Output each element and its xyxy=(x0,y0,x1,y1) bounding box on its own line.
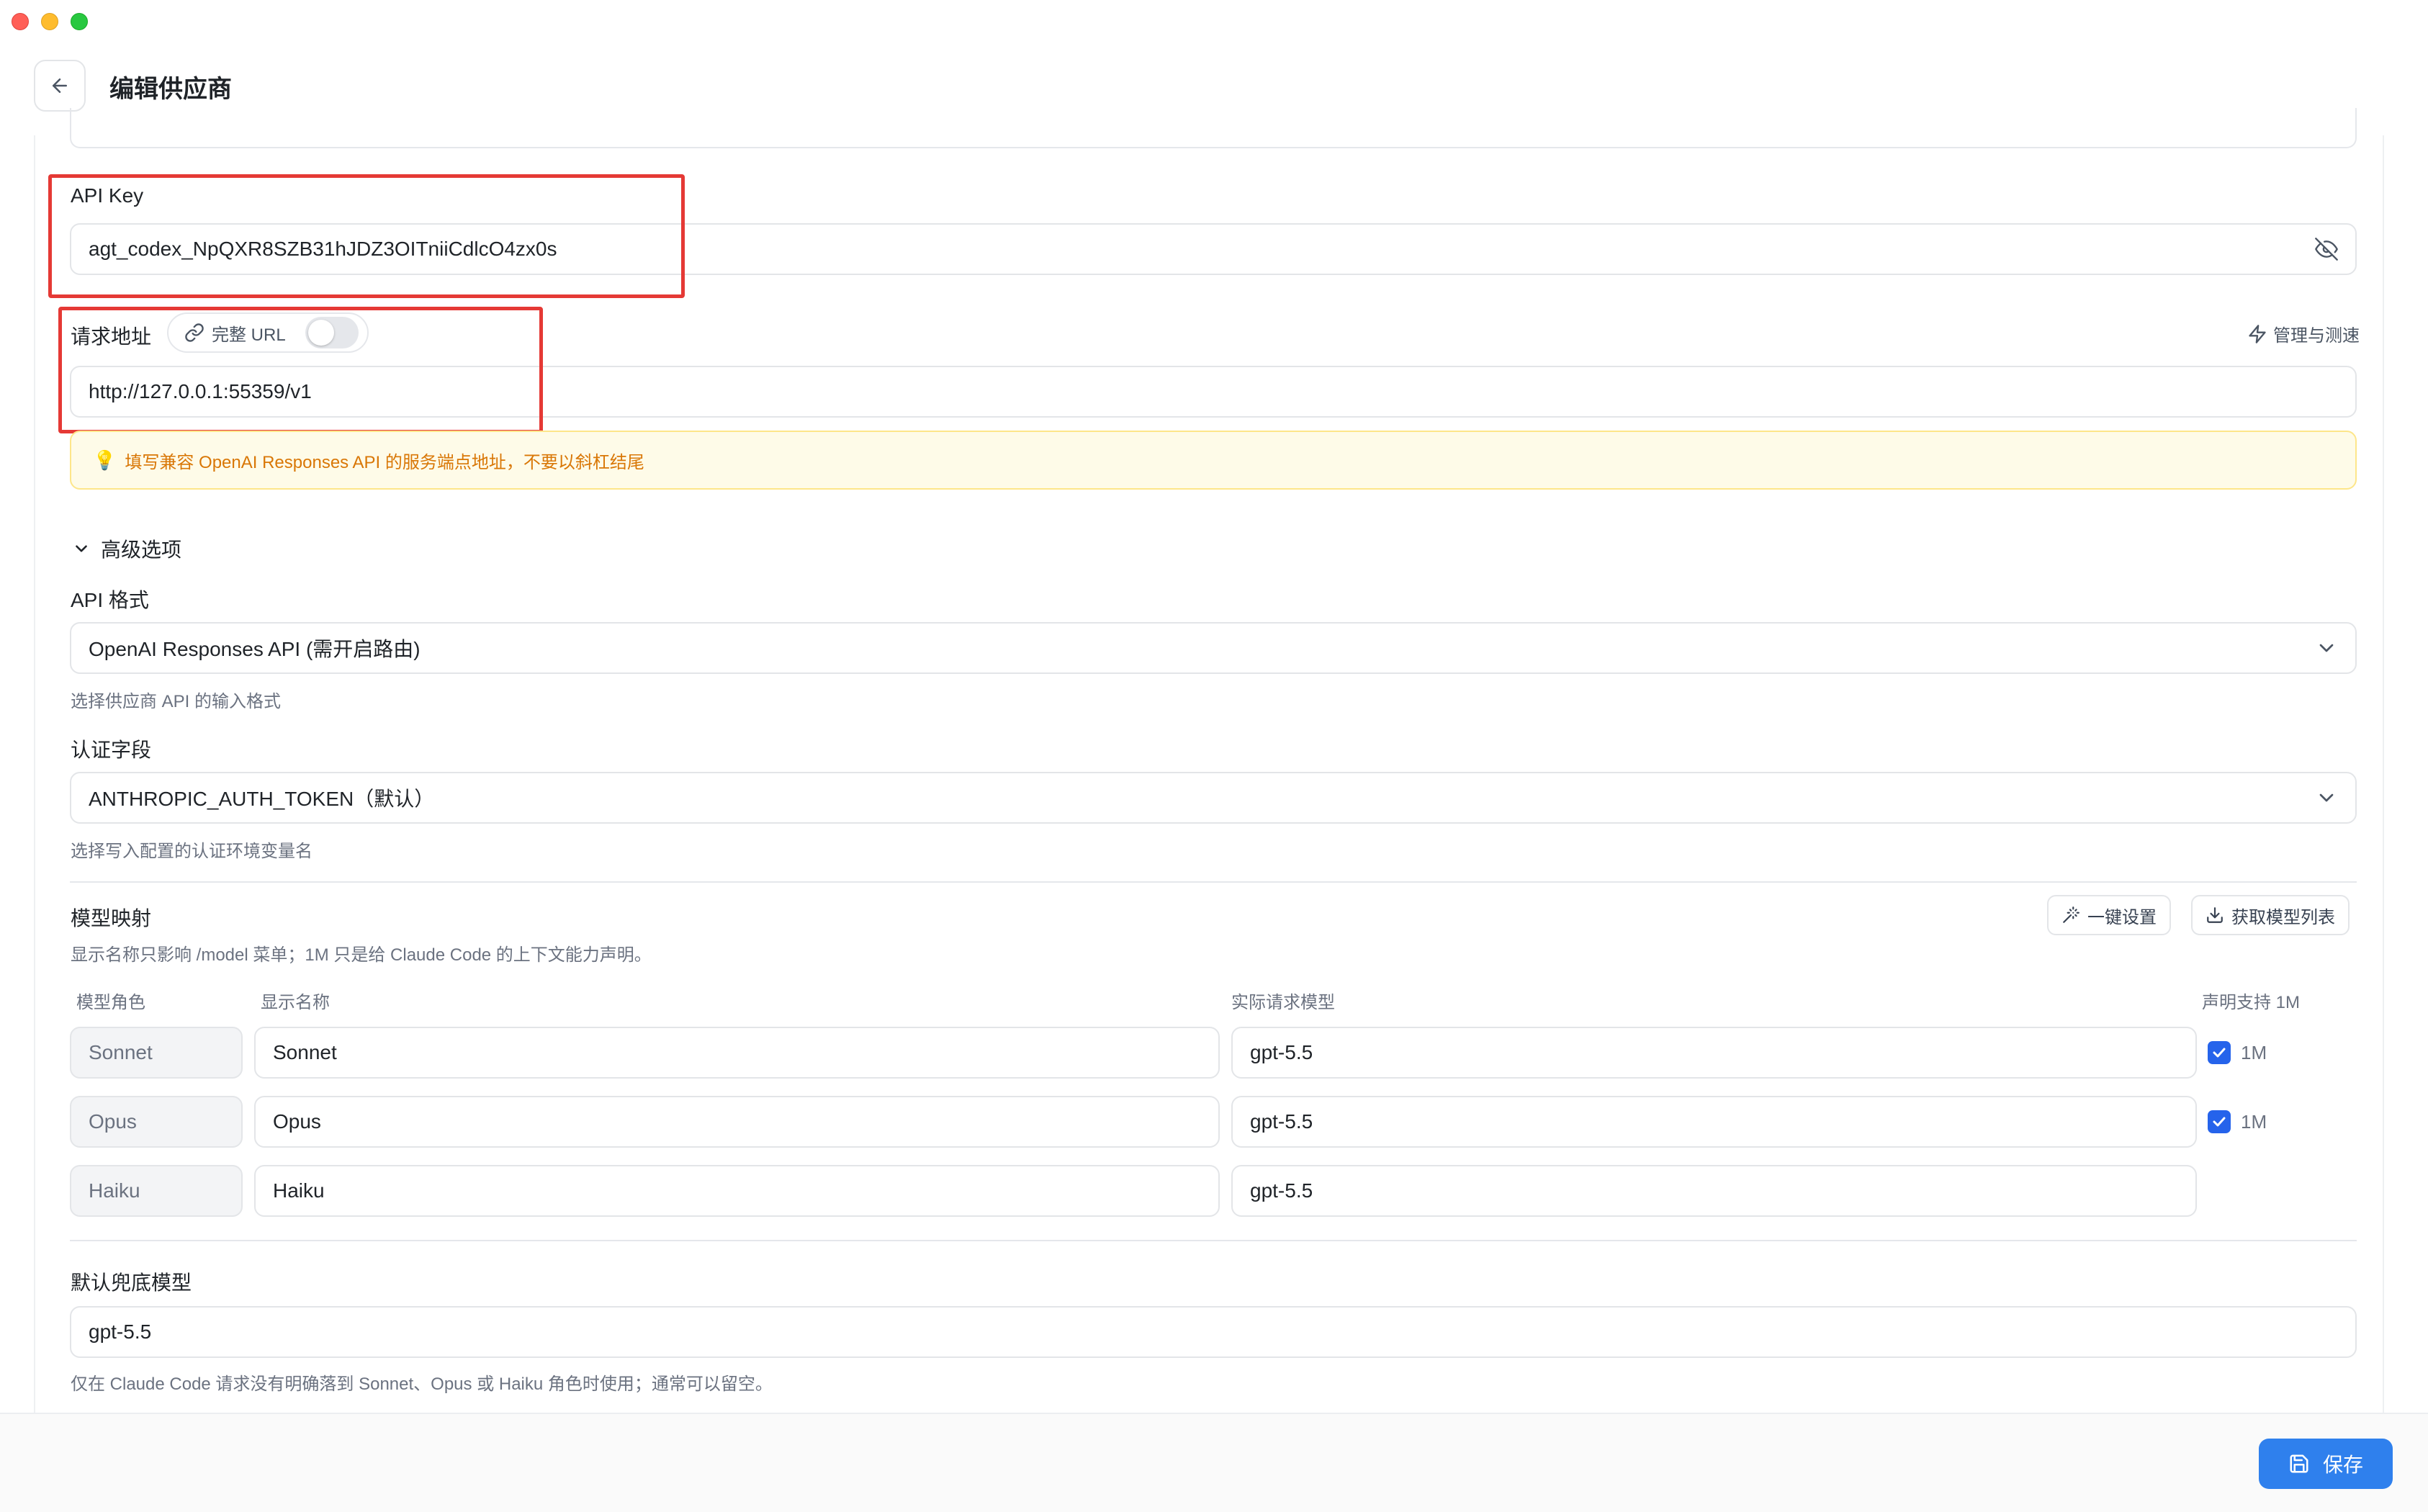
save-icon xyxy=(2290,1454,2308,1473)
lightning-icon xyxy=(2249,324,2266,343)
column-header-display-name: 显示名称 xyxy=(261,993,330,1012)
api-key-value: agt_codex_NpQXR8SZB31hJDZ3OITniiCdlcO4zx… xyxy=(89,238,557,260)
minimize-window-button[interactable] xyxy=(41,13,58,30)
window-controls xyxy=(12,13,88,30)
arrow-left-icon xyxy=(53,78,67,93)
download-icon xyxy=(2207,907,2223,923)
section-divider xyxy=(70,881,2357,883)
display-name-value: Sonnet xyxy=(273,1041,337,1063)
request-model-value: gpt-5.5 xyxy=(1250,1179,1313,1202)
one-click-setup-label: 一键设置 xyxy=(2087,907,2157,927)
fetch-model-list-label: 获取模型列表 xyxy=(2231,907,2335,927)
column-header-role: 模型角色 xyxy=(76,993,145,1012)
lightbulb-icon: 💡 xyxy=(93,449,117,471)
advanced-options-label: 高级选项 xyxy=(101,539,182,561)
one-click-setup-button[interactable]: 一键设置 xyxy=(2047,895,2171,935)
edit-provider-window: 编辑供应商 API Key agt_codex_NpQXR8SZB31hJDZ3… xyxy=(0,0,2428,1512)
request-model-value: gpt-5.5 xyxy=(1250,1110,1313,1133)
request-model-input-sonnet[interactable]: gpt-5.5 xyxy=(1231,1027,2197,1079)
section-divider xyxy=(70,1240,2357,1241)
support-1m-label: 1M xyxy=(2241,1110,2267,1133)
display-name-value: Haiku xyxy=(273,1179,325,1202)
manage-speedtest-label: 管理与测速 xyxy=(2273,326,2360,346)
api-format-hint: 选择供应商 API 的输入格式 xyxy=(71,692,282,711)
close-window-button[interactable] xyxy=(12,13,29,30)
zoom-window-button[interactable] xyxy=(71,13,88,30)
chevron-down-icon xyxy=(2319,644,2334,652)
request-url-input[interactable]: http://127.0.0.1:55359/v1 xyxy=(70,366,2357,418)
page-title: 编辑供应商 xyxy=(109,76,232,103)
api-key-label: API Key xyxy=(71,184,144,207)
auth-field-hint: 选择写入配置的认证环境变量名 xyxy=(71,842,313,861)
chevron-down-icon xyxy=(76,545,87,552)
support-1m-label: 1M xyxy=(2241,1041,2267,1063)
request-model-input-opus[interactable]: gpt-5.5 xyxy=(1231,1096,2197,1148)
display-name-value: Opus xyxy=(273,1110,321,1133)
display-name-input-haiku[interactable]: Haiku xyxy=(254,1165,1220,1217)
model-role-opus: Opus xyxy=(70,1096,243,1148)
fallback-model-label: 默认兜底模型 xyxy=(71,1272,192,1294)
back-button[interactable] xyxy=(34,60,86,112)
link-icon xyxy=(185,323,204,342)
full-url-toggle[interactable]: 完整 URL xyxy=(167,312,369,353)
save-label: 保存 xyxy=(2322,1454,2363,1476)
display-name-input-opus[interactable]: Opus xyxy=(254,1096,1220,1148)
column-header-1m-support: 声明支持 1M xyxy=(2202,993,2301,1012)
full-url-switch[interactable] xyxy=(305,317,359,348)
request-url-label: 请求地址 xyxy=(71,325,152,348)
magic-wand-icon xyxy=(2063,906,2079,923)
api-format-select[interactable]: OpenAI Responses API (需开启路由) xyxy=(70,622,2357,674)
auth-field-label: 认证字段 xyxy=(71,739,152,761)
chevron-down-icon xyxy=(2319,793,2334,802)
support-1m-checkbox-opus[interactable]: 1M xyxy=(2208,1110,2267,1133)
support-1m-checkbox-sonnet[interactable]: 1M xyxy=(2208,1041,2267,1064)
fallback-model-value: gpt-5.5 xyxy=(89,1320,152,1343)
model-role-label: Haiku xyxy=(89,1179,140,1202)
request-model-input-haiku[interactable]: gpt-5.5 xyxy=(1231,1165,2197,1217)
api-format-label: API 格式 xyxy=(71,589,149,611)
request-url-value: http://127.0.0.1:55359/v1 xyxy=(89,380,312,402)
model-role-label: Opus xyxy=(89,1110,137,1133)
auth-field-value: ANTHROPIC_AUTH_TOKEN（默认） xyxy=(89,788,435,810)
request-model-value: gpt-5.5 xyxy=(1250,1041,1313,1063)
api-format-value: OpenAI Responses API (需开启路由) xyxy=(89,638,421,660)
auth-field-select[interactable]: ANTHROPIC_AUTH_TOKEN（默认） xyxy=(70,772,2357,824)
full-url-label: 完整 URL xyxy=(212,325,286,345)
advanced-options-toggle[interactable]: 高级选项 xyxy=(72,534,181,563)
model-mapping-description: 显示名称只影响 /model 菜单；1M 只是给 Claude Code 的上下… xyxy=(71,945,652,965)
display-name-input-sonnet[interactable]: Sonnet xyxy=(254,1027,1220,1079)
model-mapping-title: 模型映射 xyxy=(71,907,152,930)
request-url-tip: 💡 填写兼容 OpenAI Responses API 的服务端点地址，不要以斜… xyxy=(70,431,2357,490)
eye-off-icon[interactable] xyxy=(2315,238,2338,261)
fallback-model-hint: 仅在 Claude Code 请求没有明确落到 Sonnet、Opus 或 Ha… xyxy=(71,1374,773,1394)
api-key-input[interactable]: agt_codex_NpQXR8SZB31hJDZ3OITniiCdlcO4zx… xyxy=(70,223,2357,275)
model-role-haiku: Haiku xyxy=(70,1165,243,1217)
model-role-sonnet: Sonnet xyxy=(70,1027,243,1079)
column-header-request-model: 实际请求模型 xyxy=(1231,993,1335,1012)
save-button[interactable]: 保存 xyxy=(2259,1439,2393,1489)
request-url-tip-text: 填写兼容 OpenAI Responses API 的服务端点地址，不要以斜杠结… xyxy=(125,452,644,472)
checkbox-checked[interactable] xyxy=(2208,1041,2231,1064)
manage-speedtest-link[interactable]: 管理与测速 xyxy=(2247,321,2360,346)
check-icon xyxy=(2213,1117,2226,1127)
fallback-model-input[interactable]: gpt-5.5 xyxy=(70,1306,2357,1358)
model-role-label: Sonnet xyxy=(89,1041,153,1063)
previous-field-edge[interactable] xyxy=(70,108,2357,148)
fetch-model-list-button[interactable]: 获取模型列表 xyxy=(2191,895,2350,935)
checkbox-checked[interactable] xyxy=(2208,1110,2231,1133)
footer-bar xyxy=(0,1413,2428,1512)
check-icon xyxy=(2213,1048,2226,1058)
